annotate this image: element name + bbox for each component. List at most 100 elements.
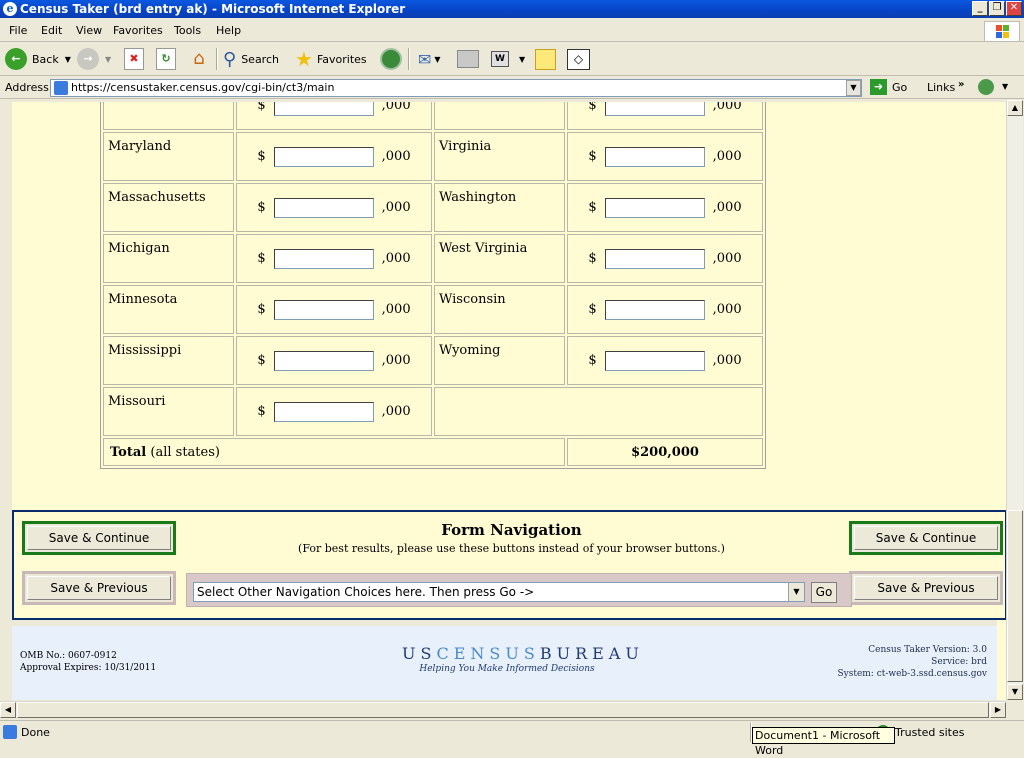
state-label-maryland: Maryland xyxy=(103,132,234,181)
amount-cell: $ ,000 xyxy=(236,336,432,385)
forward-button[interactable]: → ▼ xyxy=(77,47,111,71)
discuss-button[interactable] xyxy=(535,47,556,71)
extension-dropdown-icon[interactable]: ▼ xyxy=(1002,82,1008,91)
search-icon: ⚲ xyxy=(223,48,237,70)
amount-input-virginia[interactable] xyxy=(604,146,705,167)
vertical-scrollbar[interactable]: ▲ ▼ xyxy=(1006,100,1023,700)
edit-dropdown-icon[interactable]: ▼ xyxy=(519,55,525,64)
history-button[interactable] xyxy=(380,47,402,71)
address-input[interactable]: https://censustaker.census.gov/cgi-bin/c… xyxy=(50,79,862,97)
amount-input-missouri[interactable] xyxy=(273,401,374,422)
mail-button[interactable]: ✉ ▼ xyxy=(418,47,441,71)
state-amount-input[interactable] xyxy=(273,102,374,116)
go-arrow-icon: ➜ xyxy=(870,79,887,95)
chevron-icon[interactable]: » xyxy=(958,79,964,90)
scroll-down-icon[interactable]: ▼ xyxy=(1007,684,1023,700)
amount-input-massachusetts[interactable] xyxy=(273,197,374,218)
scroll-thumb[interactable] xyxy=(1007,510,1023,682)
amount-input-west-virginia[interactable] xyxy=(604,248,705,269)
amount-input-wisconsin[interactable] xyxy=(604,299,705,320)
horizontal-scroll-thumb[interactable] xyxy=(17,702,989,718)
window-title-bar: e Census Taker (brd entry ak) - Microsof… xyxy=(0,0,1024,18)
amount-input-minnesota[interactable] xyxy=(273,299,374,320)
state-amount-input[interactable] xyxy=(604,102,705,116)
home-button[interactable]: ⌂ xyxy=(188,47,210,71)
thousands-suffix: ,000 xyxy=(381,302,411,317)
refresh-button[interactable]: ↻ xyxy=(156,47,176,71)
thousands-suffix: ,000 xyxy=(712,149,742,164)
status-text: Done xyxy=(21,726,50,739)
amount-input-mississippi[interactable] xyxy=(273,350,374,371)
restore-button[interactable]: ❐ xyxy=(989,1,1005,16)
edit-button[interactable]: W ▼ xyxy=(491,47,525,71)
table-row: Maryland $ ,000 Virginia $ ,000 xyxy=(103,132,763,181)
total-label-bold: Total xyxy=(110,444,147,460)
stop-button[interactable]: ✖ xyxy=(124,47,144,71)
chevron-down-icon[interactable]: ▼ xyxy=(788,583,804,601)
thousands-suffix: ,000 xyxy=(381,149,411,164)
form-navigation-title: Form Navigation xyxy=(441,521,582,539)
save-previous-button-right[interactable]: Save & Previous xyxy=(849,571,1003,605)
history-icon xyxy=(380,48,402,70)
menu-favorites[interactable]: Favorites xyxy=(113,24,163,37)
state-amount-table: $ ,000 $ ,000 Maryland $ ,000 Virginia $ ,00… xyxy=(100,102,766,469)
close-window-button[interactable]: ✕ xyxy=(1006,1,1022,16)
menu-bar: File Edit View Favorites Tools Help xyxy=(0,20,1024,42)
state-label-washington: Washington xyxy=(434,183,565,232)
amount-input-michigan[interactable] xyxy=(273,248,374,269)
refresh-icon: ↻ xyxy=(156,48,176,70)
back-button[interactable]: ← Back ▼ xyxy=(5,47,71,71)
thousands-suffix: ,000 xyxy=(381,404,411,419)
amount-cell: $ ,000 xyxy=(567,183,763,232)
print-button[interactable] xyxy=(457,47,479,71)
amount-input-maryland[interactable] xyxy=(273,146,374,167)
messenger-button[interactable]: ◇ xyxy=(567,47,590,71)
currency-prefix: $ xyxy=(257,353,266,368)
scroll-left-icon[interactable]: ◀ xyxy=(0,702,16,718)
navigation-choices-select[interactable]: Select Other Navigation Choices here. Th… xyxy=(193,582,805,602)
search-button[interactable]: ⚲ Search xyxy=(223,47,279,71)
address-bar: Address https://censustaker.census.gov/c… xyxy=(0,77,1024,99)
menu-tools[interactable]: Tools xyxy=(174,24,201,37)
amount-input-washington[interactable] xyxy=(604,197,705,218)
mail-dropdown-icon[interactable]: ▼ xyxy=(434,55,440,64)
system-text: System: ct-web-3.ssd.census.gov xyxy=(837,669,987,679)
word-edit-icon: W xyxy=(491,51,509,67)
amount-cell: $ ,000 xyxy=(236,102,432,130)
forward-dropdown-icon[interactable]: ▼ xyxy=(105,55,111,64)
toolbar-separator xyxy=(408,48,410,70)
menu-view[interactable]: View xyxy=(76,24,102,37)
save-previous-button-left[interactable]: Save & Previous xyxy=(22,571,176,605)
table-row: Mississippi $ ,000 Wyoming $ ,000 xyxy=(103,336,763,385)
amount-cell: $ ,000 xyxy=(567,132,763,181)
thousands-suffix: ,000 xyxy=(712,251,742,266)
links-label[interactable]: Links xyxy=(927,81,955,94)
menu-file[interactable]: File xyxy=(9,24,27,37)
state-label xyxy=(434,102,565,130)
amount-cell: $ ,000 xyxy=(567,336,763,385)
state-label-wisconsin: Wisconsin xyxy=(434,285,565,334)
forward-arrow-icon: → xyxy=(77,48,99,70)
scroll-right-icon[interactable]: ▶ xyxy=(990,702,1006,718)
empty-cell xyxy=(434,387,763,436)
favorites-button[interactable]: ★ Favorites xyxy=(295,47,367,71)
minimize-button[interactable]: _ xyxy=(972,1,988,16)
menu-help[interactable]: Help xyxy=(216,24,241,37)
table-row: $ ,000 $ ,000 xyxy=(103,102,763,130)
address-go-button[interactable]: ➜ Go xyxy=(870,79,907,95)
amount-input-wyoming[interactable] xyxy=(604,350,705,371)
horizontal-scrollbar[interactable]: ◀ ▶ xyxy=(0,701,1006,718)
menu-edit[interactable]: Edit xyxy=(41,24,62,37)
toolbar-extension-icon[interactable] xyxy=(978,79,994,95)
go-label: Go xyxy=(892,80,908,94)
amount-cell: $ ,000 xyxy=(236,183,432,232)
navigation-go-button[interactable]: Go xyxy=(811,582,837,603)
address-dropdown-icon[interactable]: ▼ xyxy=(846,80,861,96)
state-label-virginia: Virginia xyxy=(434,132,565,181)
state-label-minnesota: Minnesota xyxy=(103,285,234,334)
note-icon xyxy=(535,48,556,70)
scroll-up-icon[interactable]: ▲ xyxy=(1007,100,1023,116)
currency-prefix: $ xyxy=(588,200,597,215)
back-dropdown-icon[interactable]: ▼ xyxy=(65,55,71,64)
approval-expires: Approval Expires: 10/31/2011 xyxy=(20,663,157,673)
